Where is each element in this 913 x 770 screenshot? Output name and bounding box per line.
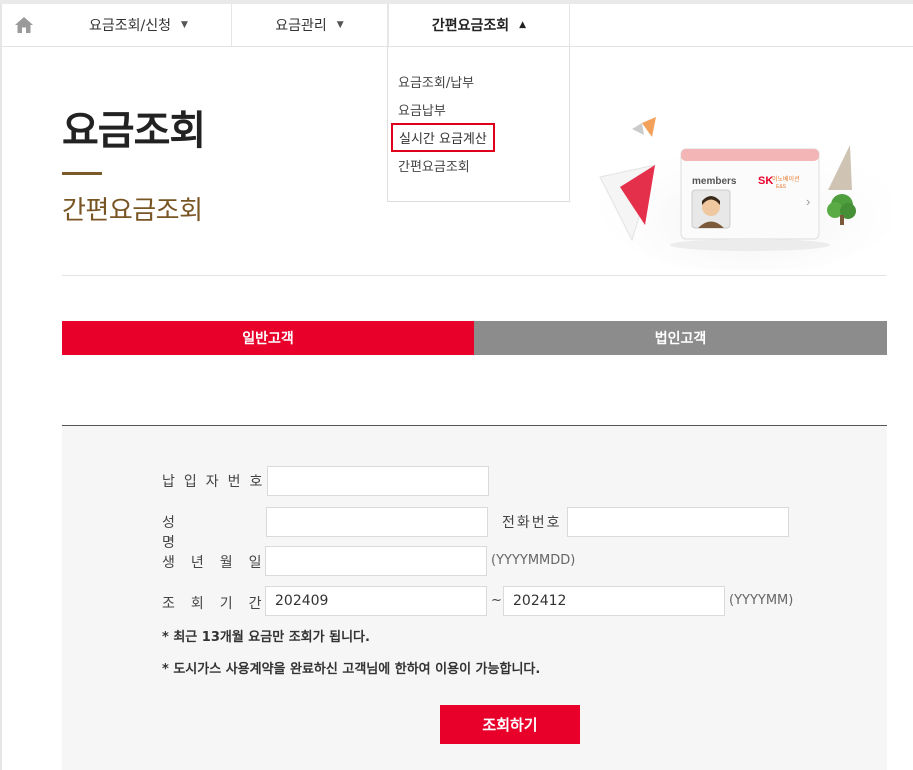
title-underline [62,172,102,175]
top-navigation: 요금조회/신청 ▼ 요금관리 ▼ 간편요금조회 ▲ [2,4,913,47]
brand-sub: 이노베이션 [772,175,800,183]
header-divider [62,275,886,276]
nav-item-label: 요금조회/신청 [89,18,172,34]
caret-down-icon: ▼ [336,20,344,30]
search-button[interactable]: 조회하기 [440,705,580,744]
nav-item-quick-inquiry[interactable]: 간편요금조회 ▲ [388,4,570,46]
dropdown-item-payment[interactable]: 요금납부 [398,100,446,119]
payer-number-input[interactable] [267,466,489,496]
phone-input[interactable] [567,507,789,537]
period-to-input[interactable]: 202412 [503,586,725,616]
name-input[interactable] [266,507,488,537]
phone-label: 전화번호 [502,515,562,531]
dropdown-item-quick-inquiry[interactable]: 간편요금조회 [398,156,470,175]
card-label: members [692,176,737,187]
period-separator: ~ [491,593,502,608]
dropdown-item-inquiry-payment[interactable]: 요금조회/납부 [398,72,474,91]
tab-individual[interactable]: 일반고객 [62,321,474,355]
customer-type-tabs: 일반고객 법인고객 [62,321,887,355]
svg-text:›: › [806,194,810,209]
caret-down-icon: ▼ [181,20,188,30]
birthdate-input[interactable] [265,546,487,576]
nav-dropdown-menu: 요금조회/납부 요금납부 실시간 요금계산 간편요금조회 [387,47,570,202]
nav-item-label: 요금관리 [275,18,327,34]
home-button[interactable] [2,4,46,46]
caret-up-icon: ▲ [519,20,527,30]
members-card-illustration: members SK 이노베이션 E&S › [599,117,890,270]
dropdown-item-realtime-calc[interactable]: 실시간 요금계산 [391,123,495,152]
note-contract-required: * 도시가스 사용계약을 완료하신 고객님에 한하여 이용이 가능합니다. [162,662,541,677]
nav-item-billing-inquiry[interactable]: 요금조회/신청 ▼ [46,4,232,46]
name-label: 성명 [162,515,253,551]
nav-item-billing-management[interactable]: 요금관리 ▼ [232,4,388,46]
birthdate-label: 생년월일 [162,555,278,571]
period-label: 조회기간 [162,596,278,612]
tab-corporate[interactable]: 법인고객 [474,321,887,355]
period-format-hint: (YYYYMM) [729,593,794,608]
payer-number-label: 납입자번호 [162,474,272,490]
inquiry-form: 납입자번호 성명 전화번호 생년월일 (YYYYMMDD) 조회기간 20240… [62,425,887,770]
page-subtitle: 간편요금조회 [62,196,203,226]
page-title: 요금조회 [62,108,206,154]
note-13-months: * 최근 13개월 요금만 조회가 됩니다. [162,630,370,645]
brand-sub-2: E&S [776,184,787,190]
nav-item-label: 간편요금조회 [431,18,510,34]
period-from-input[interactable]: 202409 [265,586,487,616]
home-icon [15,17,33,33]
window-left-edge [0,4,2,770]
birthdate-format-hint: (YYYYMMDD) [491,553,576,568]
